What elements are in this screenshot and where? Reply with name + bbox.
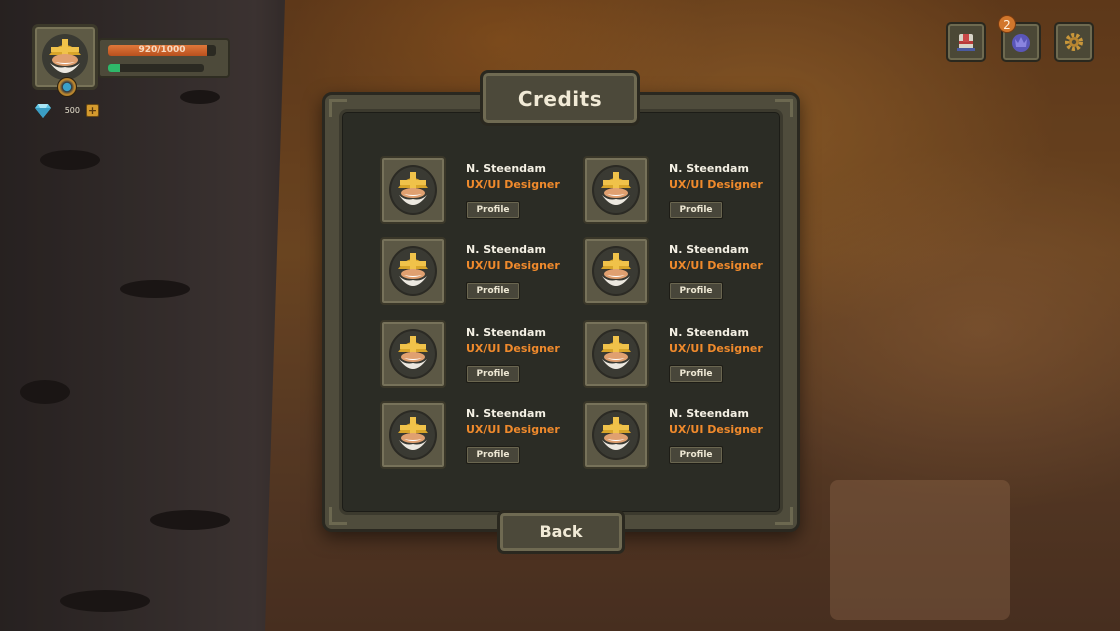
credits-title-plate: Credits <box>480 70 640 126</box>
credit-name: N. Steendam <box>466 162 546 175</box>
profile-button[interactable]: Profile <box>669 446 723 464</box>
credit-role: UX/UI Designer <box>669 178 763 191</box>
credit-portrait <box>583 320 649 388</box>
experience-bar-fill <box>108 64 120 72</box>
credit-card: N. Steendam UX/UI Designer Profile <box>583 156 763 226</box>
credit-portrait <box>380 401 446 469</box>
dwarf-portrait-icon <box>595 414 637 456</box>
credit-name: N. Steendam <box>669 243 749 256</box>
credit-name: N. Steendam <box>669 407 749 420</box>
profile-button[interactable]: Profile <box>466 365 520 383</box>
gem-count: 500 <box>64 106 80 115</box>
credit-name: N. Steendam <box>669 326 749 339</box>
profile-button[interactable]: Profile <box>466 282 520 300</box>
credit-card: N. Steendam UX/UI Designer Profile <box>583 237 763 307</box>
settings-gear-icon <box>1065 33 1083 51</box>
dwarf-portrait-icon <box>595 169 637 211</box>
experience-bar <box>108 64 204 72</box>
dwarf-portrait-icon <box>392 333 434 375</box>
credit-card: N. Steendam UX/UI Designer Profile <box>380 156 560 226</box>
credit-portrait <box>583 401 649 469</box>
settings-button[interactable] <box>1054 22 1094 62</box>
credit-role: UX/UI Designer <box>466 259 560 272</box>
profile-button[interactable]: Profile <box>466 446 520 464</box>
credit-role: UX/UI Designer <box>669 423 763 436</box>
profile-button[interactable]: Profile <box>466 201 520 219</box>
credit-name: N. Steendam <box>466 243 546 256</box>
dwarf-portrait-icon <box>392 414 434 456</box>
credit-name: N. Steendam <box>466 407 546 420</box>
add-gems-button[interactable]: + <box>86 104 99 117</box>
credit-card: N. Steendam UX/UI Designer Profile <box>380 320 560 390</box>
credit-role: UX/UI Designer <box>466 178 560 191</box>
profile-button[interactable]: Profile <box>669 365 723 383</box>
inventory-button[interactable] <box>946 22 986 62</box>
credit-role: UX/UI Designer <box>669 342 763 355</box>
credit-role: UX/UI Designer <box>466 342 560 355</box>
dwarf-portrait-icon <box>595 250 637 292</box>
credits-list: N. Steendam UX/UI Designer Profile N. St… <box>339 109 783 515</box>
credit-portrait <box>380 156 446 224</box>
credit-card: N. Steendam UX/UI Designer Profile <box>583 401 763 471</box>
inventory-chest-icon <box>957 34 975 51</box>
credit-role: UX/UI Designer <box>466 423 560 436</box>
gem-icon <box>35 104 51 118</box>
back-button[interactable]: Back <box>497 510 625 554</box>
credit-portrait <box>583 237 649 305</box>
dwarf-portrait-icon <box>595 333 637 375</box>
profile-button[interactable]: Profile <box>669 282 723 300</box>
credit-card: N. Steendam UX/UI Designer Profile <box>380 401 560 471</box>
health-bar: 920/1000 <box>108 45 216 56</box>
credit-card: N. Steendam UX/UI Designer Profile <box>380 237 560 307</box>
credit-portrait <box>583 156 649 224</box>
dwarf-portrait-icon <box>392 169 434 211</box>
dwarf-portrait-icon <box>42 34 88 80</box>
credit-portrait <box>380 237 446 305</box>
credit-role: UX/UI Designer <box>669 259 763 272</box>
player-stats-bars: 920/1000 <box>98 38 230 78</box>
credit-card: N. Steendam UX/UI Designer Profile <box>583 320 763 390</box>
credit-name: N. Steendam <box>669 162 749 175</box>
health-text: 920/1000 <box>138 45 186 55</box>
dwarf-portrait-icon <box>392 250 434 292</box>
guild-shield-icon <box>1012 34 1030 52</box>
level-medal-icon <box>57 77 77 97</box>
profile-button[interactable]: Profile <box>669 201 723 219</box>
credit-portrait <box>380 320 446 388</box>
credits-title: Credits <box>517 87 603 111</box>
notification-badge: 2 <box>998 15 1016 33</box>
credit-name: N. Steendam <box>466 326 546 339</box>
credits-panel: N. Steendam UX/UI Designer Profile N. St… <box>322 92 800 532</box>
